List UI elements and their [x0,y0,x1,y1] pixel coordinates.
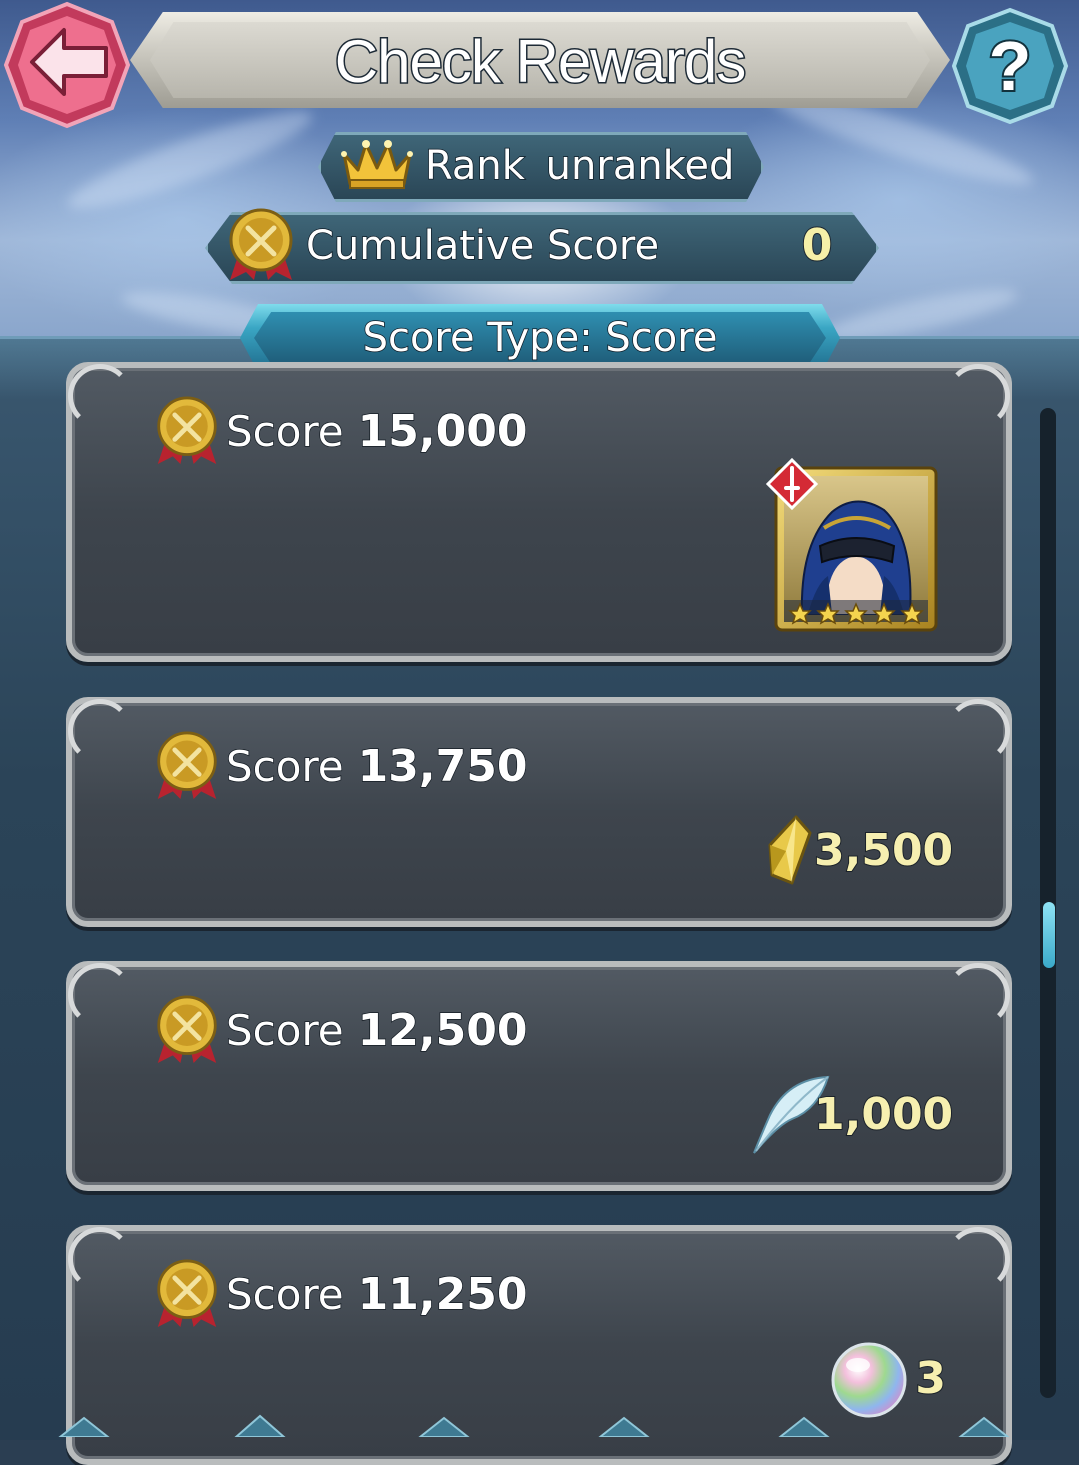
left-arrow-icon [3,1,131,129]
score-value: 13,750 [357,740,528,793]
reward-quantity: 3,500 [813,824,954,877]
rank-label: Rank [424,142,525,190]
score-medal-icon [157,731,217,799]
back-button[interactable] [2,0,132,130]
question-mark-icon: ? [951,7,1069,125]
reward-card[interactable]: Score 12,500 1,000 [66,961,1012,1191]
score-medal-icon [157,1259,217,1327]
svg-text:?: ? [989,27,1032,105]
bottom-nav-decoration [58,1414,1010,1437]
reward-threshold: Score 15,000 [225,402,528,462]
reward-threshold: Score 11,250 [225,1265,528,1325]
rank-value: unranked [545,142,735,190]
sword-weapon-icon [766,458,818,510]
reward-card[interactable]: Score 15,000 [66,362,1012,662]
score-label: Score [225,1269,344,1320]
cumulative-score-value: 0 [801,219,834,272]
score-value: 12,500 [357,1004,528,1057]
reward-threshold: Score 12,500 [225,1001,528,1061]
reward-threshold: Score 13,750 [225,737,528,797]
score-medal-icon [157,995,217,1063]
page-title: Check Rewards [333,26,748,96]
score-value: 15,000 [357,405,528,458]
reward-quantity: 3 [914,1352,947,1405]
reward-quantity: 1,000 [813,1088,954,1141]
score-label: Score [225,406,344,457]
rank-text: Rank unranked [424,138,735,194]
feather-crystal-icon [768,815,812,885]
help-button[interactable]: ? [950,6,1070,126]
scrollbar-thumb[interactable] [1043,902,1055,968]
reward-card[interactable]: Score 13,750 3,500 [66,697,1012,927]
hero-portrait-icon[interactable] [766,458,940,634]
score-medal-icon [229,208,293,280]
crown-icon [341,140,413,189]
score-label: Score [225,741,344,792]
cumulative-score-label: Cumulative Score [305,222,660,270]
score-label: Score [225,1005,344,1056]
score-medal-icon [157,396,217,464]
score-value: 11,250 [357,1268,528,1321]
